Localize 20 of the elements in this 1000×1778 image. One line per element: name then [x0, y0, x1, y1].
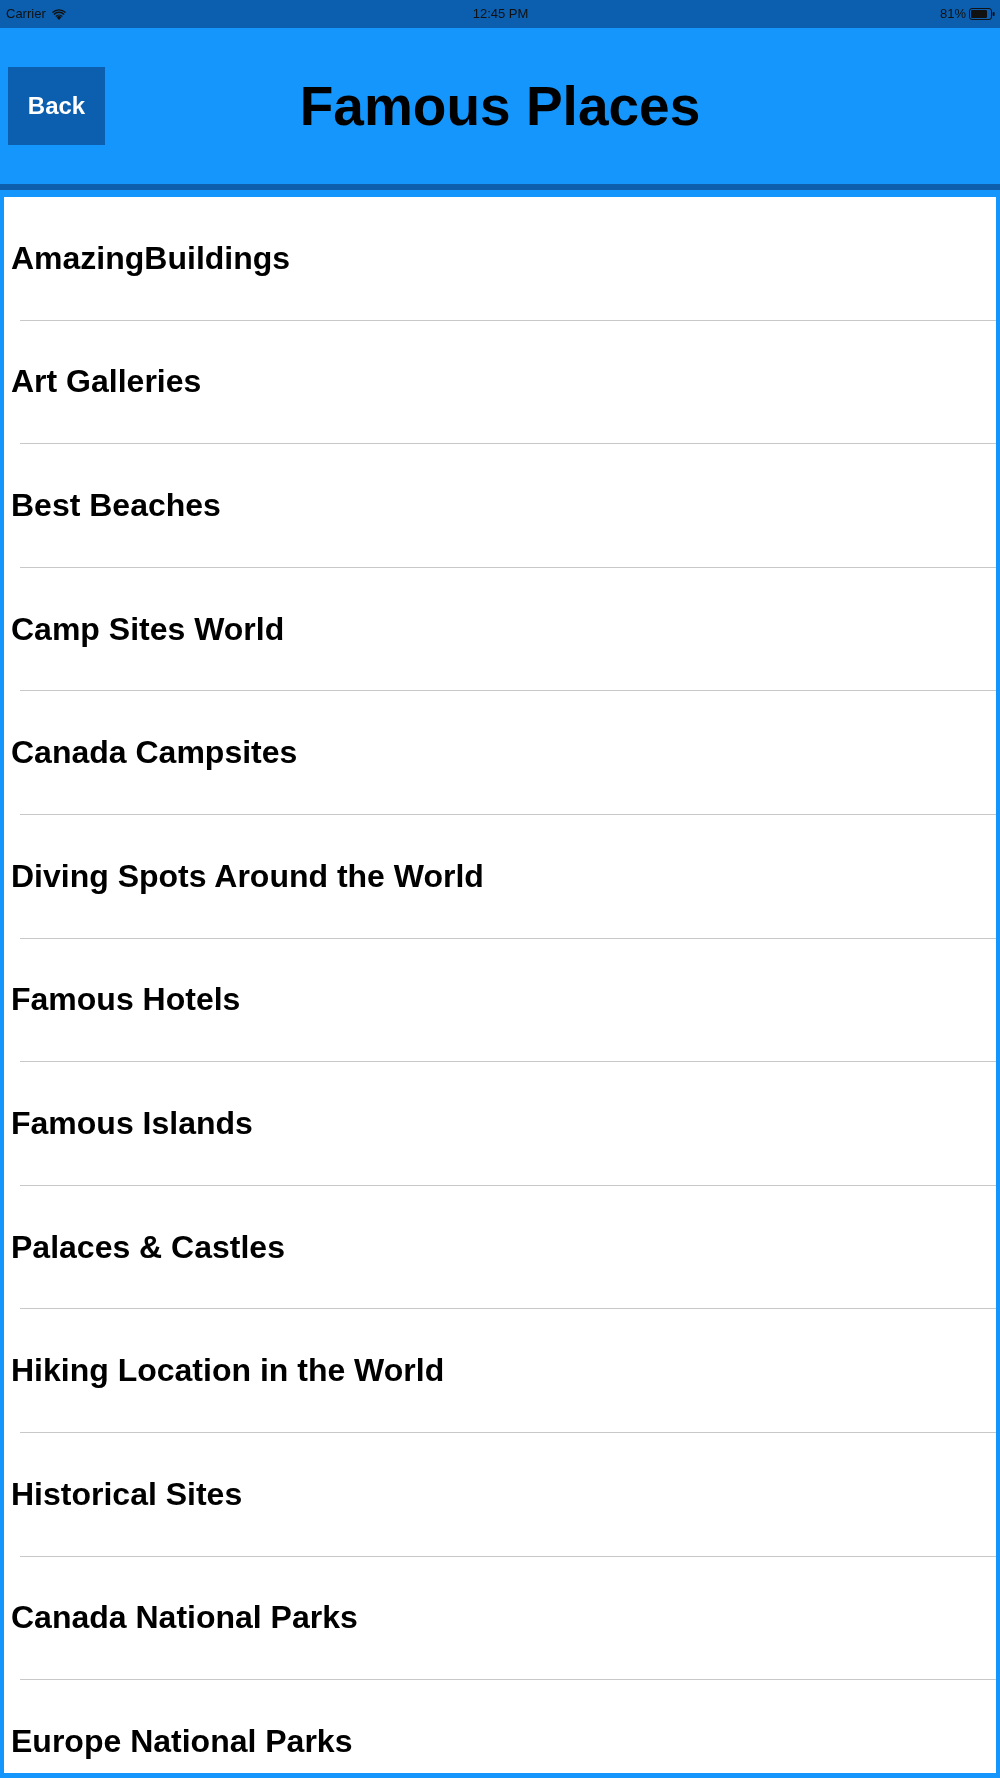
- list-item[interactable]: Canada National Parks: [4, 1556, 996, 1680]
- carrier-label: Carrier: [6, 6, 46, 22]
- list-item[interactable]: Palaces & Castles: [4, 1185, 996, 1309]
- time-label: 12:45 PM: [472, 6, 529, 22]
- list-item[interactable]: Camp Sites World: [4, 567, 996, 691]
- wifi-icon: [51, 8, 66, 20]
- page-title: Famous Places: [299, 74, 701, 139]
- list-item[interactable]: Canada Campsites: [4, 691, 996, 814]
- list-item[interactable]: Europe National Parks: [4, 1680, 996, 1773]
- list-item[interactable]: Hiking Location in the World: [4, 1309, 996, 1432]
- list-item[interactable]: Famous Islands: [4, 1062, 996, 1185]
- list-item[interactable]: Historical Sites: [4, 1432, 996, 1556]
- back-button[interactable]: Back: [8, 67, 105, 145]
- list-item[interactable]: Art Galleries: [4, 320, 996, 444]
- list-item[interactable]: Best Beaches: [4, 444, 996, 567]
- list-item[interactable]: AmazingBuildings: [4, 197, 996, 320]
- battery-icon: [969, 8, 995, 20]
- list-item[interactable]: Famous Hotels: [4, 938, 996, 1062]
- battery-percentage: 81%: [939, 6, 966, 22]
- list-item[interactable]: Diving Spots Around the World: [4, 814, 996, 938]
